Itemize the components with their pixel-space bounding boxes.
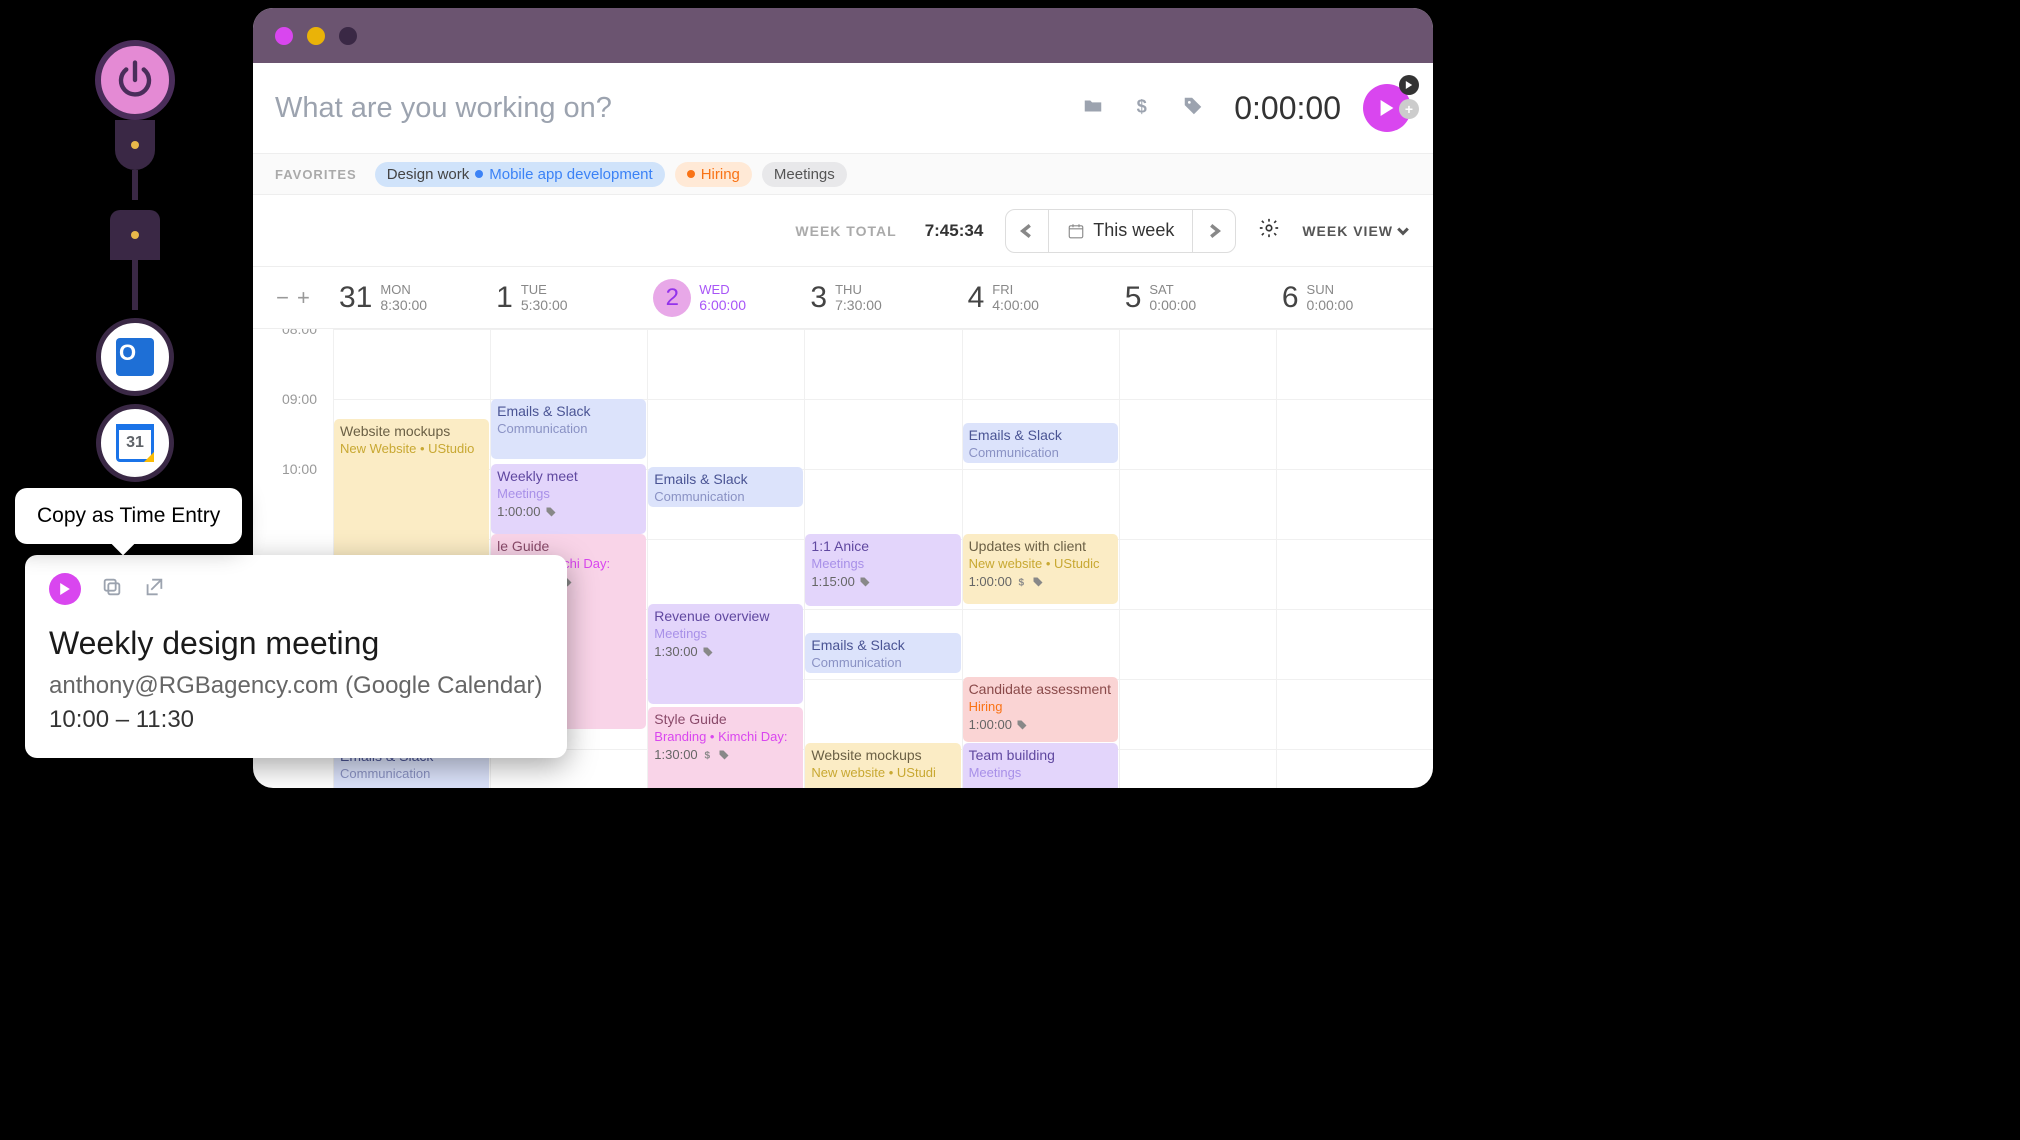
- tooltip-text: Copy as Time Entry: [37, 504, 220, 528]
- favorite-chip-hiring[interactable]: Hiring: [675, 162, 752, 187]
- titlebar: [253, 8, 1433, 63]
- calendar-toolbar: WEEK TOTAL 7:45:34 This week WEEK VIEW: [253, 195, 1433, 267]
- zoom-controls: − +: [253, 267, 333, 328]
- svg-text:$: $: [1137, 95, 1147, 116]
- plug-icon: [110, 210, 160, 260]
- billable-icon[interactable]: $: [1132, 95, 1154, 122]
- favorites-label: FAVORITES: [275, 167, 357, 182]
- day-header[interactable]: 4FRI4:00:00: [962, 267, 1119, 328]
- copy-icon[interactable]: [101, 576, 123, 603]
- outlook-icon[interactable]: [96, 318, 174, 396]
- minimize-icon[interactable]: [307, 27, 325, 45]
- prev-range-button[interactable]: [1006, 210, 1048, 252]
- project-icon[interactable]: [1082, 95, 1104, 122]
- calendar-event[interactable]: Emails & SlackCommunication: [805, 633, 960, 673]
- favorite-chip-design[interactable]: Design workMobile app development: [375, 162, 665, 187]
- wire: [132, 170, 138, 200]
- favorites-bar: FAVORITES Design workMobile app developm…: [253, 153, 1433, 195]
- copy-tooltip: Copy as Time Entry: [15, 488, 242, 544]
- calendar-event[interactable]: Revenue overviewMeetings1:30:00: [648, 604, 803, 704]
- popup-time: 10:00 – 11:30: [49, 706, 543, 734]
- days-header: − + 31MON8:30:001TUE5:30:002WED6:00:003T…: [253, 267, 1433, 329]
- time-label: 09:00: [282, 391, 325, 461]
- tag-icon[interactable]: [1182, 95, 1204, 122]
- day-header[interactable]: 31MON8:30:00: [333, 267, 490, 328]
- day-header[interactable]: 1TUE5:30:00: [490, 267, 647, 328]
- view-selector[interactable]: WEEK VIEW: [1302, 223, 1409, 239]
- timer-bar: What are you working on? $ 0:00:00 +: [253, 63, 1433, 153]
- week-total-label: WEEK TOTAL: [795, 223, 896, 239]
- calendar-event[interactable]: Weekly meetMeetings1:00:00: [491, 464, 646, 534]
- svg-text:$: $: [1018, 577, 1024, 588]
- calendar-event[interactable]: Updates with clientNew website • UStudic…: [963, 534, 1118, 604]
- next-range-button[interactable]: [1193, 210, 1235, 252]
- google-calendar-icon[interactable]: 31: [96, 404, 174, 482]
- event-popup: Weekly design meeting anthony@RGBagency.…: [25, 555, 567, 758]
- week-total-value: 7:45:34: [925, 221, 984, 241]
- start-timer-button[interactable]: [49, 573, 81, 605]
- wire: [132, 260, 138, 310]
- calendar-event[interactable]: Style GuideBranding • Kimchi Day:1:30:00…: [648, 707, 803, 788]
- description-input[interactable]: What are you working on?: [275, 92, 1082, 125]
- zoom-in-button[interactable]: +: [297, 285, 310, 311]
- time-label: 08:00: [282, 329, 325, 391]
- close-icon[interactable]: [275, 27, 293, 45]
- connector-top: [115, 120, 155, 170]
- timer-value: 0:00:00: [1234, 90, 1341, 127]
- day-header[interactable]: 3THU7:30:00: [804, 267, 961, 328]
- favorite-chip-meetings[interactable]: Meetings: [762, 162, 847, 187]
- calendar-event[interactable]: Emails & SlackCommunication: [963, 423, 1118, 463]
- external-link-icon[interactable]: [143, 576, 165, 603]
- calendar-event[interactable]: Candidate assessmentHiring1:00:00: [963, 677, 1118, 742]
- svg-text:$: $: [704, 750, 710, 761]
- calendar-event[interactable]: Team buildingMeetings: [963, 743, 1118, 788]
- popup-title: Weekly design meeting: [49, 625, 543, 662]
- date-range-picker: This week: [1005, 209, 1236, 253]
- zoom-out-button[interactable]: −: [276, 285, 289, 311]
- calendar-event[interactable]: Emails & SlackCommunication: [491, 399, 646, 459]
- range-label[interactable]: This week: [1048, 210, 1193, 252]
- manual-mode-icon[interactable]: +: [1399, 99, 1419, 119]
- power-icon[interactable]: [95, 40, 175, 120]
- calendar-event[interactable]: 1:1 AniceMeetings1:15:00: [805, 534, 960, 606]
- integrations-strip: 31: [95, 40, 175, 482]
- time-label: 10:00: [282, 461, 325, 531]
- maximize-icon[interactable]: [339, 27, 357, 45]
- calendar-event[interactable]: Emails & SlackCommunication: [648, 467, 803, 507]
- popup-subtitle: anthony@RGBagency.com (Google Calendar): [49, 672, 543, 700]
- day-header[interactable]: 6SUN0:00:00: [1276, 267, 1433, 328]
- calendar-event[interactable]: Website mockupsNew website • UStudi: [805, 743, 960, 788]
- day-header[interactable]: 5SAT0:00:00: [1119, 267, 1276, 328]
- settings-icon[interactable]: [1258, 217, 1280, 244]
- day-header[interactable]: 2WED6:00:00: [647, 267, 804, 328]
- timer-mode-icon[interactable]: [1399, 75, 1419, 95]
